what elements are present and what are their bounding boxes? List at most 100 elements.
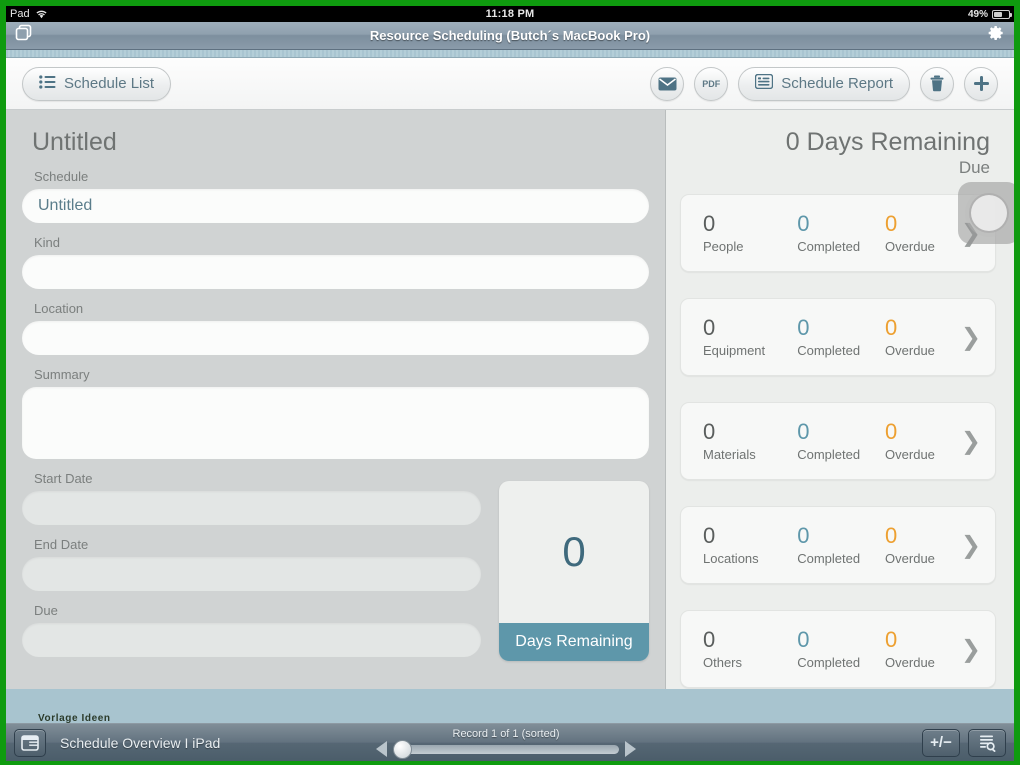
stat-label: Completed — [797, 342, 861, 358]
field-label-schedule: Schedule — [34, 169, 89, 184]
stat-card-people[interactable]: 0 People 0 Completed 0 Overdue ❯ — [680, 194, 996, 272]
triangle-left-icon[interactable] — [376, 741, 387, 757]
stat-label: Others — [703, 654, 743, 670]
stat-label: Completed — [797, 654, 861, 670]
stat-card-locations[interactable]: 0 Locations 0 Completed 0 Overdue ❯ — [680, 506, 996, 584]
location-input[interactable] — [22, 321, 649, 355]
kind-input[interactable] — [22, 255, 649, 289]
stat-label: People — [703, 238, 744, 254]
filemaker-status-bar: Schedule Overview I iPad Record 1 of 1 (… — [6, 723, 1014, 761]
stat-label: Completed — [797, 446, 861, 462]
stat-overdue-people: 0 Overdue — [885, 212, 961, 253]
stat-count-others: 0 Others — [703, 628, 797, 669]
battery-icon — [992, 9, 1012, 19]
stat-value: 0 — [797, 419, 810, 445]
bottom-bar-actions: +/− — [922, 728, 1006, 757]
stat-count-equipment: 0 Equipment — [703, 316, 797, 357]
stat-value: 0 — [797, 315, 810, 341]
schedule-input-value: Untitled — [38, 197, 93, 214]
document-search-icon[interactable] — [968, 728, 1006, 757]
stat-value: 0 — [703, 211, 716, 237]
envelope-icon[interactable] — [650, 66, 685, 101]
record-slider[interactable] — [393, 739, 619, 759]
windows-stack-icon[interactable] — [14, 23, 34, 48]
stat-value: 0 — [885, 419, 898, 445]
stat-label: Overdue — [885, 654, 935, 670]
pdf-label: PDF — [702, 78, 721, 89]
edit-mode-button[interactable]: +/− — [922, 728, 960, 757]
field-label-kind: Kind — [34, 235, 61, 250]
pdf-button[interactable]: PDF — [694, 66, 729, 101]
trash-icon[interactable] — [920, 66, 954, 101]
app-toolbar: Schedule List PDF Schedule Report — [6, 58, 1014, 110]
resource-summary-pane: 0 Days Remaining Due 0 People 0 Complete… — [666, 110, 1014, 689]
stat-value: 0 — [703, 419, 716, 445]
stat-label: Equipment — [703, 342, 766, 358]
stat-card-materials[interactable]: 0 Materials 0 Completed 0 Overdue ❯ — [680, 402, 996, 480]
stat-count-people: 0 People — [703, 212, 797, 253]
stat-completed-equipment: 0 Completed — [797, 316, 885, 357]
stat-value: 0 — [703, 627, 716, 653]
stat-overdue-materials: 0 Overdue — [885, 420, 961, 461]
field-group-location: Location — [22, 301, 649, 355]
chevron-right-icon[interactable]: ❯ — [961, 637, 981, 661]
days-remaining-header-sub: Due — [958, 158, 990, 177]
stat-value: 0 — [703, 315, 716, 341]
layout-name-label[interactable]: Schedule Overview I iPad — [60, 735, 220, 751]
schedule-list-button[interactable]: Schedule List — [22, 66, 172, 101]
stat-value: 0 — [797, 523, 810, 549]
record-slider-thumb[interactable] — [393, 739, 412, 759]
chevron-right-icon[interactable]: ❯ — [961, 429, 981, 453]
stat-completed-locations: 0 Completed — [797, 524, 885, 565]
days-remaining-value: 0 — [562, 528, 586, 575]
stat-value: 0 — [885, 627, 898, 653]
assistive-touch-button[interactable] — [958, 182, 1014, 244]
stat-card-others[interactable]: 0 Others 0 Completed 0 Overdue ❯ — [680, 610, 996, 688]
toolbar-actions: PDF Schedule Report — [650, 66, 998, 101]
stat-label: Overdue — [885, 342, 935, 358]
layout-view-icon[interactable] — [14, 728, 46, 757]
gear-icon[interactable] — [986, 23, 1006, 48]
stat-label: Materials — [703, 446, 756, 462]
ipad-screen: Pad 11:18 PM 49% Resource Scheduling (Bu… — [0, 0, 1020, 765]
due-input[interactable] — [22, 623, 481, 657]
field-label-location: Location — [34, 301, 84, 316]
field-group-schedule: Schedule Untitled — [22, 169, 649, 223]
schedule-input[interactable]: Untitled — [22, 189, 649, 223]
end-date-input[interactable] — [22, 557, 481, 591]
stat-overdue-others: 0 Overdue — [885, 628, 961, 669]
dates-column: Start Date End Date Due — [22, 471, 481, 669]
stat-value: 0 — [885, 315, 898, 341]
dates-row: Start Date End Date Due 0 Days Remaining — [22, 471, 649, 669]
chevron-right-icon[interactable]: ❯ — [961, 325, 981, 349]
days-remaining-header: 0 Days Remaining Due — [680, 128, 990, 178]
background-label: Vorlage Ideen — [38, 713, 111, 724]
field-label-summary: Summary — [34, 367, 90, 382]
window-title: Resource Scheduling (Butch´s MacBook Pro… — [369, 28, 651, 43]
page-title: Untitled — [32, 128, 117, 156]
edit-mode-label: +/− — [930, 734, 952, 751]
summary-input[interactable] — [22, 387, 649, 459]
report-list-icon — [755, 73, 774, 93]
field-group-end-date: End Date — [22, 537, 481, 591]
schedule-report-button[interactable]: Schedule Report — [738, 66, 910, 101]
days-remaining-caption: Days Remaining — [499, 623, 649, 661]
field-label-end-date: End Date — [34, 537, 89, 552]
chevron-right-icon[interactable]: ❯ — [961, 533, 981, 557]
stat-overdue-equipment: 0 Overdue — [885, 316, 961, 357]
field-group-summary: Summary — [22, 367, 649, 459]
record-controls — [376, 739, 636, 759]
start-date-input[interactable] — [22, 491, 481, 525]
stat-completed-people: 0 Completed — [797, 212, 885, 253]
assistive-touch-ring — [969, 193, 1009, 233]
stat-value: 0 — [703, 523, 716, 549]
field-label-due: Due — [34, 603, 58, 618]
triangle-right-icon[interactable] — [625, 741, 636, 757]
stat-card-equipment[interactable]: 0 Equipment 0 Completed 0 Overdue ❯ — [680, 298, 996, 376]
stat-completed-others: 0 Completed — [797, 628, 885, 669]
stat-value: 0 — [797, 627, 810, 653]
plus-icon[interactable] — [964, 66, 998, 101]
stat-value: 0 — [885, 523, 898, 549]
status-bar-right: 49% — [968, 9, 1012, 20]
stat-label: Locations — [703, 550, 759, 566]
